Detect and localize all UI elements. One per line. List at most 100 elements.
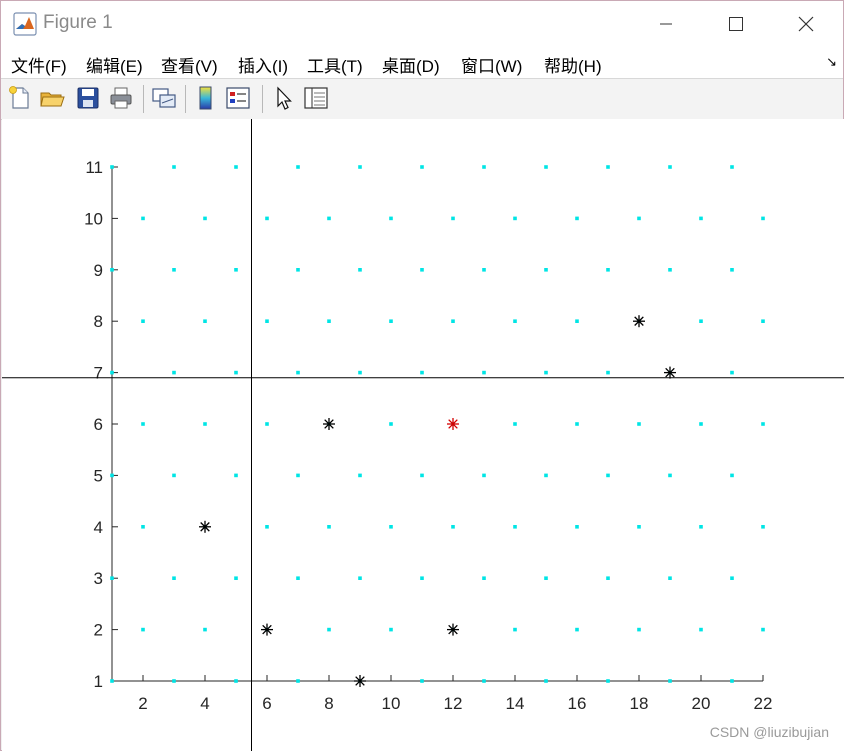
- grid-point: [606, 679, 610, 683]
- grid-point: [172, 268, 176, 272]
- grid-point: [389, 422, 393, 426]
- menu-file[interactable]: 文件(F): [11, 52, 67, 77]
- grid-point: [513, 627, 517, 632]
- minimize-button[interactable]: [631, 1, 701, 46]
- grid-point: [172, 165, 176, 169]
- grid-point: [575, 422, 579, 426]
- grid-point: [172, 473, 176, 478]
- black-star-marker: [664, 366, 676, 379]
- grid-point: [575, 627, 579, 632]
- grid-point: [420, 165, 424, 169]
- dock-figure-icon[interactable]: ↘: [826, 54, 837, 70]
- grid-point: [668, 268, 672, 272]
- grid-point: [203, 627, 207, 632]
- grid-point: [606, 268, 610, 272]
- grid-point: [761, 422, 765, 426]
- link-plot-icon[interactable]: [151, 85, 177, 111]
- pointer-icon[interactable]: [271, 85, 297, 111]
- y-tick-label: 11: [85, 158, 103, 177]
- grid-point: [637, 627, 641, 632]
- grid-point: [606, 576, 610, 580]
- maximize-button[interactable]: [701, 1, 771, 46]
- grid-point: [265, 319, 269, 323]
- grid-point: [606, 165, 610, 169]
- y-tick-label: 5: [94, 466, 103, 485]
- menu-tools[interactable]: 工具(T): [307, 52, 363, 77]
- x-tick-label: 8: [324, 694, 333, 713]
- grid-point: [482, 268, 486, 272]
- grid-point: [110, 165, 114, 169]
- x-tick-label: 18: [630, 694, 649, 713]
- menu-desktop[interactable]: 桌面(D): [382, 52, 440, 77]
- x-tick-label: 4: [200, 694, 209, 713]
- figure-canvas[interactable]: 2 4 6 8 10 12 14 16 18 20 22 1 2 3 4 5 6 7 8 9 10 11: [2, 119, 844, 751]
- grid-point: [699, 216, 703, 221]
- grid-point: [606, 370, 610, 375]
- figure-window: Figure 1 文件(F) 编辑(E) 查看(V) 插入(I) 工具(T) 桌…: [0, 0, 844, 751]
- save-icon[interactable]: [75, 85, 101, 111]
- grid-point: [575, 216, 579, 221]
- open-file-icon[interactable]: [39, 85, 65, 111]
- property-inspector-icon[interactable]: [303, 85, 329, 111]
- x-tick-label: 14: [506, 694, 525, 713]
- grid-point: [451, 216, 455, 221]
- grid-point: [637, 422, 641, 426]
- toolbar-separator: [262, 85, 263, 113]
- grid-point: [451, 319, 455, 323]
- grid-point: [265, 216, 269, 221]
- grid-point: [296, 165, 300, 169]
- grid-point: [141, 319, 145, 323]
- menu-window[interactable]: 窗口(W): [461, 52, 522, 77]
- grid-point: [668, 679, 672, 683]
- grid-point: [668, 576, 672, 580]
- menu-view[interactable]: 查看(V): [161, 52, 218, 77]
- new-figure-icon[interactable]: [7, 85, 33, 111]
- figure-toolbar: [1, 78, 843, 120]
- menu-insert[interactable]: 插入(I): [238, 52, 288, 77]
- black-star-marker: [323, 418, 335, 430]
- grid-point: [234, 576, 238, 580]
- grid-point: [451, 525, 455, 529]
- grid-point: [141, 216, 145, 221]
- close-button[interactable]: [771, 1, 841, 46]
- grid-point: [203, 319, 207, 323]
- grid-point: [358, 165, 362, 169]
- grid-point: [172, 576, 176, 580]
- grid-point: [761, 525, 765, 529]
- watermark: CSDN @liuzibujian: [709, 724, 829, 740]
- menu-bar: 文件(F) 编辑(E) 查看(V) 插入(I) 工具(T) 桌面(D) 窗口(W…: [1, 46, 843, 78]
- scatter-plot[interactable]: 2 4 6 8 10 12 14 16 18 20 221234567891011: [2, 119, 844, 751]
- grid-point: [668, 473, 672, 478]
- title-bar[interactable]: Figure 1: [1, 1, 843, 46]
- y-tick-label: 9: [94, 261, 103, 280]
- grid-point: [699, 525, 703, 529]
- grid-point: [327, 627, 331, 632]
- grid-point: [389, 525, 393, 529]
- grid-point: [482, 576, 486, 580]
- menu-edit[interactable]: 编辑(E): [86, 52, 143, 77]
- x-tick-label: 10: [382, 694, 401, 713]
- x-tick-label: 20: [692, 694, 711, 713]
- grid-point: [761, 627, 765, 632]
- legend-icon[interactable]: [225, 85, 251, 111]
- print-icon[interactable]: [108, 85, 134, 111]
- black-star-marker: [447, 623, 459, 636]
- grid-point: [420, 473, 424, 478]
- grid-point: [296, 268, 300, 272]
- grid-point: [730, 268, 734, 272]
- grid-point: [110, 370, 114, 375]
- menu-help[interactable]: 帮助(H): [544, 52, 602, 77]
- y-tick-label: 4: [94, 518, 103, 537]
- x-tick-label: 22: [754, 694, 773, 713]
- toolbar-separator: [143, 85, 144, 113]
- black-star-marker: [633, 315, 645, 328]
- x-tick-label: 2: [138, 694, 147, 713]
- grid-point: [110, 679, 114, 683]
- grid-point: [699, 627, 703, 632]
- maximize-icon: [729, 16, 743, 31]
- grid-point: [420, 576, 424, 580]
- x-tick-label: 16: [568, 694, 587, 713]
- colorbar-icon[interactable]: [193, 85, 219, 111]
- grid-point: [513, 216, 517, 221]
- black-star-marker: [261, 623, 273, 636]
